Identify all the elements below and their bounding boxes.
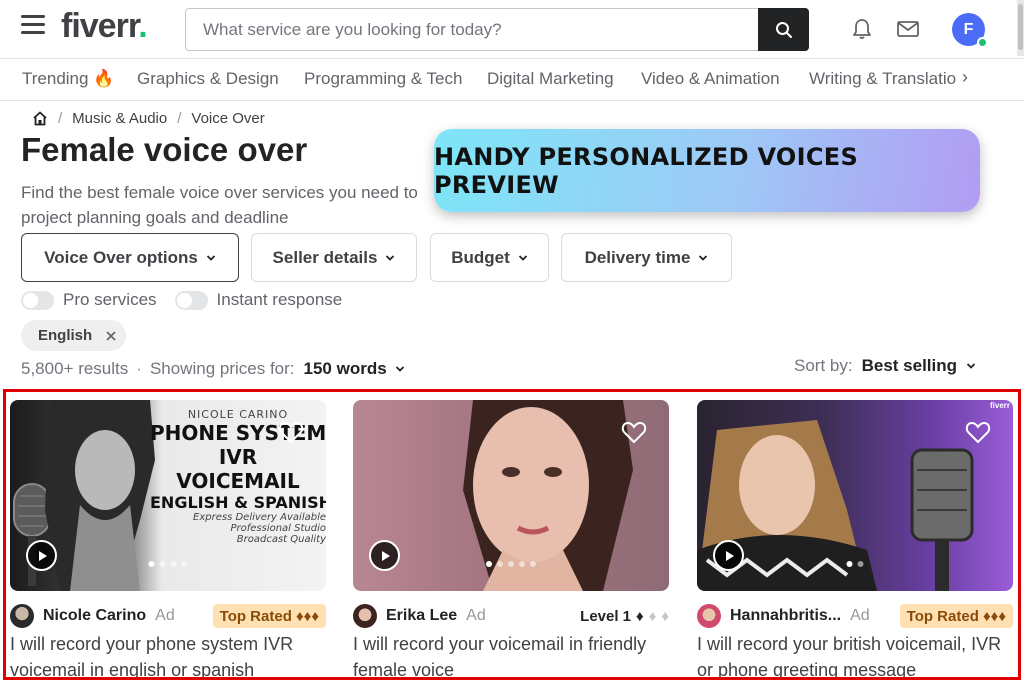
filter-label: Budget: [451, 247, 510, 267]
breadcrumb-separator: /: [58, 110, 63, 127]
sort-by: Sort by: Best selling: [794, 356, 976, 376]
chevron-down-icon: [518, 254, 527, 261]
chip-label: English: [38, 327, 93, 344]
top-header: fiverr. F: [0, 0, 1024, 58]
fiverr-logo[interactable]: fiverr.: [61, 7, 148, 46]
filter-seller-details[interactable]: Seller details: [251, 233, 417, 282]
highlight-frame: [3, 389, 1021, 680]
pro-services-toggle[interactable]: [21, 290, 54, 310]
results-count: 5,800+ results: [21, 359, 129, 378]
filter-label: Voice Over options: [44, 247, 198, 267]
logo-text: fiverr: [61, 7, 139, 45]
category-digital-marketing[interactable]: Digital Marketing: [487, 69, 614, 89]
pro-services-label: Pro services: [63, 290, 157, 309]
chevron-down-icon: [386, 254, 395, 261]
breadcrumb-separator: /: [177, 110, 182, 127]
scrollbar[interactable]: [1017, 0, 1024, 56]
home-icon[interactable]: [32, 111, 48, 126]
category-graphics-design[interactable]: Graphics & Design: [137, 69, 279, 89]
category-programming-tech[interactable]: Programming & Tech: [304, 69, 462, 89]
english-filter-chip: English: [21, 320, 126, 351]
chevron-right-icon[interactable]: ›: [958, 67, 968, 88]
filter-voice-over-options[interactable]: Voice Over options: [21, 233, 239, 282]
filter-label: Delivery time: [584, 247, 691, 267]
toggle-row: Pro services Instant response: [21, 290, 342, 310]
separator-dot: ·: [136, 359, 142, 378]
results-summary: 5,800+ results · Showing prices for: 150…: [21, 359, 405, 379]
sort-label: Sort by:: [794, 356, 853, 375]
chevron-down-icon: [699, 254, 708, 261]
filter-budget[interactable]: Budget: [430, 233, 549, 282]
sort-value[interactable]: Best selling: [862, 356, 957, 376]
search-button[interactable]: [758, 8, 809, 51]
search-bar: [185, 8, 809, 51]
chevron-down-icon: [206, 254, 215, 261]
filter-label: Seller details: [272, 247, 378, 267]
filter-delivery-time[interactable]: Delivery time: [561, 233, 732, 282]
breadcrumb: / Music & Audio / Voice Over: [32, 110, 265, 127]
banner-text: HANDY PERSONALIZED VOICES PREVIEW: [434, 142, 859, 199]
menu-icon[interactable]: [21, 15, 45, 35]
bell-icon[interactable]: [851, 18, 873, 40]
category-trending[interactable]: Trending 🔥: [22, 69, 114, 89]
breadcrumb-voice-over[interactable]: Voice Over: [191, 110, 264, 127]
chevron-down-icon[interactable]: [966, 361, 976, 371]
breadcrumb-music-audio[interactable]: Music & Audio: [72, 110, 167, 127]
mail-icon[interactable]: [897, 20, 919, 38]
avatar-initial: F: [963, 20, 974, 38]
category-writing-translation[interactable]: Writing & Translatio: [809, 69, 956, 89]
online-status-dot: [977, 37, 988, 48]
search-input[interactable]: [186, 9, 758, 50]
chevron-down-icon[interactable]: [395, 364, 405, 374]
category-video-animation[interactable]: Video & Animation: [641, 69, 780, 89]
instant-response-toggle[interactable]: [174, 290, 208, 310]
overlay-banner: HANDY PERSONALIZED VOICES PREVIEW: [434, 129, 980, 212]
showing-prices-label: Showing prices for:: [149, 359, 295, 378]
close-icon[interactable]: [106, 330, 116, 341]
scrollbar-thumb[interactable]: [1018, 4, 1023, 50]
page-title: Female voice over: [21, 131, 308, 168]
search-icon: [775, 21, 792, 38]
category-nav: Trending 🔥 Graphics & Design Programming…: [0, 58, 1024, 101]
showing-prices-value[interactable]: 150 words: [304, 359, 387, 379]
logo-dot: .: [138, 7, 148, 45]
instant-response-label: Instant response: [216, 290, 343, 309]
